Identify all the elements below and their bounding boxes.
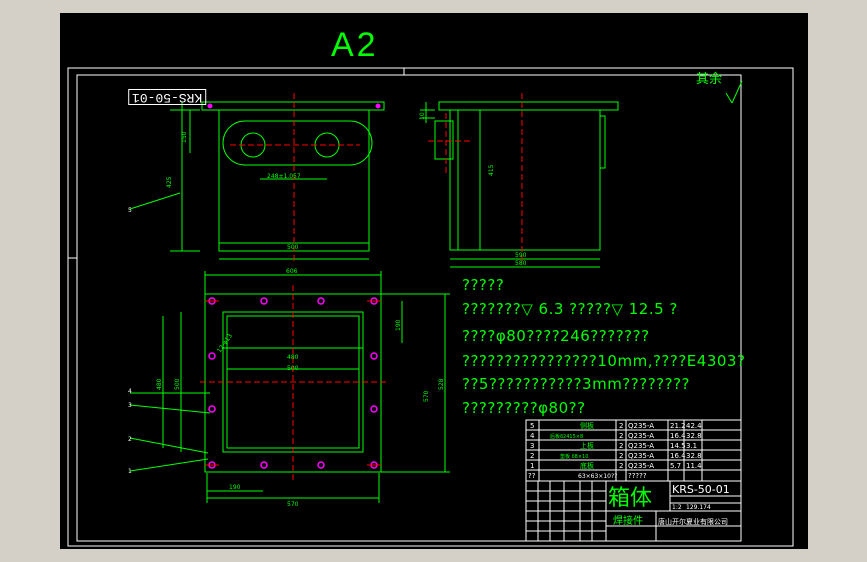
weight: 129.174 bbox=[686, 504, 711, 511]
dim-plan-190-bottom: 190 bbox=[229, 484, 241, 491]
svg-text:42.4: 42.4 bbox=[686, 422, 702, 430]
dim-plan-500-h: 500 bbox=[287, 365, 299, 372]
svg-text:14.5: 14.5 bbox=[670, 442, 686, 450]
note-line: ?????????φ80?? bbox=[462, 399, 586, 417]
svg-text:?????: ????? bbox=[628, 472, 647, 480]
svg-text:上板: 上板 bbox=[580, 441, 594, 450]
note-line: ??5???????????3mm???????? bbox=[462, 375, 691, 393]
svg-text:Q235-A: Q235-A bbox=[628, 462, 654, 470]
dim-plan-570-bottom: 570 bbox=[287, 501, 299, 508]
dim-plan-570-v: 570 bbox=[423, 390, 430, 402]
dim-side-height: 415 bbox=[488, 164, 495, 176]
dim-plan-right: 528 bbox=[438, 378, 445, 390]
svg-text:侧板: 侧板 bbox=[580, 421, 594, 430]
bom-row: 3 上板 2 Q235-A 14.5 3.1 bbox=[530, 441, 697, 450]
svg-text:32.8: 32.8 bbox=[686, 452, 702, 460]
note-line: ????φ80????246??????? bbox=[462, 327, 650, 345]
bom-header-row: ?? 63×63×10?? ????? bbox=[528, 472, 647, 480]
dim-front-height: 425 bbox=[166, 176, 173, 188]
svg-text:2: 2 bbox=[619, 452, 623, 460]
sheet-size-label: A2 bbox=[331, 26, 379, 64]
svg-text:32.8: 32.8 bbox=[686, 432, 702, 440]
svg-text:16.4: 16.4 bbox=[670, 432, 686, 440]
dim-front-top-offset: 150 bbox=[181, 131, 188, 143]
svg-text:3: 3 bbox=[530, 442, 534, 450]
callout-4: 1 bbox=[128, 468, 132, 475]
drawing-number: KRS-50-01 bbox=[672, 483, 730, 496]
dim-plan-480-v: 480 bbox=[156, 378, 163, 390]
dim-side-depth-inner: 580 bbox=[515, 260, 527, 267]
svg-text:2: 2 bbox=[619, 462, 623, 470]
drawing-sheet: 500 425 150 248±1.057 590 580 415 10 606… bbox=[60, 13, 808, 549]
dim-side-depth: 590 bbox=[515, 252, 527, 259]
svg-text:??: ?? bbox=[528, 472, 536, 480]
note-line: ???????▽ 6.3 ?????▽ 12.5 ? bbox=[462, 300, 678, 318]
callout-3: 2 bbox=[128, 436, 132, 443]
other-label: 其余 bbox=[696, 71, 722, 87]
svg-text:Q235-A: Q235-A bbox=[628, 432, 654, 440]
svg-text:后板δ2415×8: 后板δ2415×8 bbox=[550, 433, 583, 440]
dim-side-top: 10 bbox=[419, 112, 426, 120]
type-label: 焊接件 bbox=[613, 514, 643, 527]
side-view bbox=[420, 101, 619, 268]
svg-text:63×63×10??: 63×63×10?? bbox=[578, 473, 617, 480]
callout-front: 5 bbox=[128, 207, 132, 214]
svg-text:3.1: 3.1 bbox=[686, 442, 697, 450]
callout-1: 4 bbox=[128, 388, 132, 395]
rotated-drawing-code: KRS-50-01 bbox=[128, 89, 207, 105]
svg-text:Q235-A: Q235-A bbox=[628, 422, 654, 430]
svg-text:底板: 底板 bbox=[580, 461, 594, 470]
company: 唐山开尔夏业有限公司 bbox=[658, 517, 728, 526]
dim-circle-spacing: 248±1.057 bbox=[267, 173, 301, 180]
svg-text:4: 4 bbox=[530, 432, 535, 440]
part-name: 箱体 bbox=[608, 486, 652, 511]
svg-text:2: 2 bbox=[619, 432, 623, 440]
svg-text:11.4: 11.4 bbox=[686, 462, 702, 470]
note-line: ????? bbox=[462, 276, 505, 294]
side-view-centerlines bbox=[428, 93, 523, 263]
svg-text:Q235-A: Q235-A bbox=[628, 452, 654, 460]
dim-plan-holes: 12-φ13 bbox=[216, 332, 234, 354]
svg-text:Q235-A: Q235-A bbox=[628, 442, 654, 450]
svg-text:2: 2 bbox=[619, 442, 623, 450]
callout-numbers: 5 4 3 2 1 bbox=[128, 207, 132, 475]
svg-text:2: 2 bbox=[619, 422, 623, 430]
svg-text:1: 1 bbox=[530, 462, 534, 470]
svg-text:16.4: 16.4 bbox=[670, 452, 686, 460]
svg-text:21.2: 21.2 bbox=[670, 422, 686, 430]
scale: 1:2 bbox=[672, 504, 682, 511]
dim-plan-500-v: 500 bbox=[174, 378, 181, 390]
dim-front-width: 500 bbox=[287, 244, 299, 251]
svg-text:5.7: 5.7 bbox=[670, 462, 681, 470]
svg-text:垫板 δ8×10: 垫板 δ8×10 bbox=[560, 453, 588, 460]
dim-plan-480-h: 480 bbox=[287, 354, 299, 361]
svg-text:5: 5 bbox=[530, 422, 534, 430]
note-line: ????????????????10mm,????E4303? bbox=[462, 352, 746, 370]
svg-text:2: 2 bbox=[530, 452, 534, 460]
dim-plan-overall: 606 bbox=[286, 268, 298, 275]
callout-2: 3 bbox=[128, 402, 132, 409]
roughness-mark bbox=[725, 80, 743, 104]
dim-plan-190-right: 190 bbox=[395, 319, 402, 331]
